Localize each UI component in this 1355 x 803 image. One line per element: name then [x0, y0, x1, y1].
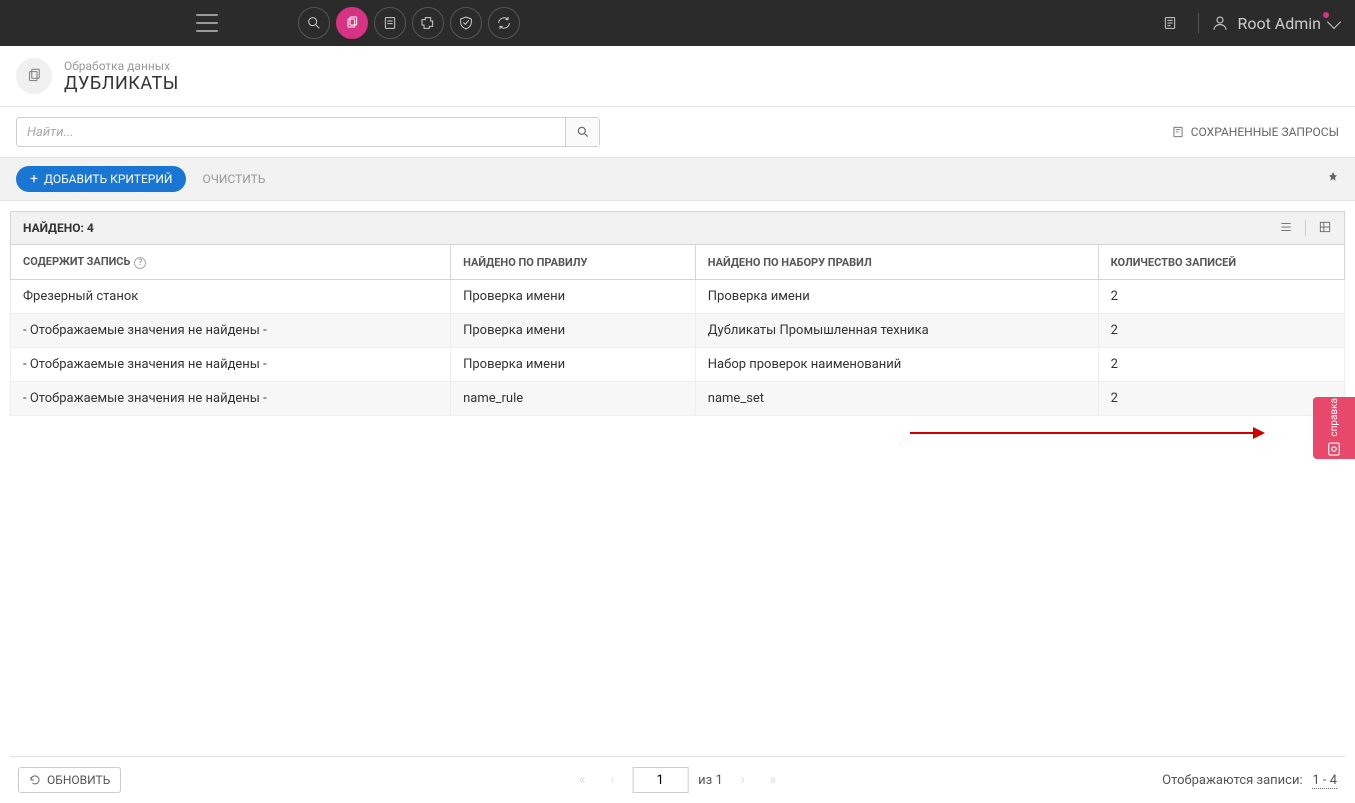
page-of-label: из 1: [698, 773, 723, 788]
help-tab[interactable]: справка: [1313, 397, 1355, 459]
col-by-rule[interactable]: НАЙДЕНО ПО ПРАВИЛУ: [451, 245, 696, 280]
records-info: Отображаются записи: 1 - 4: [1162, 773, 1337, 788]
table-row[interactable]: - Отображаемые значения не найдены -Пров…: [11, 314, 1345, 348]
panel-actions: [1279, 220, 1332, 236]
page-header: Обработка данных ДУБЛИКАТЫ: [0, 46, 1355, 107]
saved-queries-label: СОХРАНЕННЫЕ ЗАПРОСЫ: [1191, 125, 1339, 139]
plus-icon: +: [30, 172, 38, 186]
list-settings-icon[interactable]: [1279, 220, 1293, 234]
annotation-arrow: [910, 427, 1265, 439]
breadcrumb: Обработка данных: [64, 59, 179, 73]
notifications-icon[interactable]: [1154, 7, 1186, 39]
cell-by_rule: Проверка имени: [451, 280, 696, 314]
footer: ОБНОВИТЬ « ‹ из 1 › » Отображаются запис…: [10, 756, 1345, 793]
table-row[interactable]: Фрезерный станокПроверка имениПроверка и…: [11, 280, 1345, 314]
last-page-button[interactable]: »: [763, 770, 783, 790]
nav-shield-icon[interactable]: [450, 7, 482, 39]
cell-by_rule: Проверка имени: [451, 348, 696, 382]
clear-button[interactable]: ОЧИСТИТЬ: [202, 172, 265, 186]
cell-count: 2: [1098, 280, 1344, 314]
nav-puzzle-icon[interactable]: [412, 7, 444, 39]
user-menu[interactable]: Root Admin: [1211, 14, 1339, 33]
shown-range[interactable]: 1 - 4: [1312, 773, 1337, 789]
search-button[interactable]: [565, 118, 599, 146]
page-icon: [16, 58, 52, 94]
help-book-icon: [1325, 440, 1343, 458]
top-nav-icons: [298, 7, 520, 39]
first-page-button[interactable]: «: [572, 770, 592, 790]
refresh-label: ОБНОВИТЬ: [47, 773, 110, 787]
help-tab-label: справка: [1329, 398, 1340, 437]
user-name: Root Admin: [1237, 14, 1321, 33]
cell-by_ruleset: Набор проверок наименований: [695, 348, 1098, 382]
search-row: СОХРАНЕННЫЕ ЗАПРОСЫ: [0, 107, 1355, 157]
nav-document-icon[interactable]: [374, 7, 406, 39]
columns-settings-icon[interactable]: [1318, 220, 1332, 234]
page-input[interactable]: [632, 767, 688, 793]
nav-sync-icon[interactable]: [488, 7, 520, 39]
chevron-down-icon: [1327, 14, 1341, 28]
help-icon[interactable]: ?: [134, 257, 146, 269]
shown-label: Отображаются записи:: [1162, 773, 1303, 788]
col-contains[interactable]: СОДЕРЖИТ ЗАПИСЬ?: [11, 245, 451, 280]
cell-count: 2: [1098, 314, 1344, 348]
bookmark-icon: [1171, 125, 1185, 139]
table-row[interactable]: - Отображаемые значения не найдены -Пров…: [11, 348, 1345, 382]
results-table: СОДЕРЖИТ ЗАПИСЬ? НАЙДЕНО ПО ПРАВИЛУ НАЙД…: [10, 245, 1345, 416]
table-row[interactable]: - Отображаемые значения не найдены -name…: [11, 382, 1345, 416]
pagination: « ‹ из 1 › »: [572, 767, 783, 793]
cell-contains: - Отображаемые значения не найдены -: [11, 314, 451, 348]
cell-contains: - Отображаемые значения не найдены -: [11, 348, 451, 382]
cell-contains: - Отображаемые значения не найдены -: [11, 382, 451, 416]
found-count: НАЙДЕНО: 4: [23, 221, 94, 235]
menu-toggle-icon[interactable]: [196, 14, 218, 32]
add-criteria-button[interactable]: + ДОБАВИТЬ КРИТЕРИЙ: [16, 166, 186, 192]
nav-search-icon[interactable]: [298, 7, 330, 39]
add-criteria-label: ДОБАВИТЬ КРИТЕРИЙ: [44, 172, 173, 186]
col-by-ruleset[interactable]: НАЙДЕНО ПО НАБОРУ ПРАВИЛ: [695, 245, 1098, 280]
cell-count: 2: [1098, 348, 1344, 382]
refresh-icon: [29, 774, 41, 786]
cell-count: 2: [1098, 382, 1344, 416]
separator: [1198, 13, 1199, 33]
cell-by_ruleset: name_set: [695, 382, 1098, 416]
page-title: ДУБЛИКАТЫ: [64, 73, 179, 94]
col-count[interactable]: КОЛИЧЕСТВО ЗАПИСЕЙ: [1098, 245, 1344, 280]
refresh-button[interactable]: ОБНОВИТЬ: [18, 767, 121, 793]
cell-by_rule: Проверка имени: [451, 314, 696, 348]
results-header: НАЙДЕНО: 4: [10, 211, 1345, 245]
topbar: Root Admin: [0, 0, 1355, 46]
cell-by_ruleset: Дубликаты Промышленная техника: [695, 314, 1098, 348]
search-input[interactable]: [17, 118, 565, 146]
pin-icon[interactable]: [1327, 168, 1339, 187]
notification-dot-icon: [1323, 12, 1329, 18]
cell-by_rule: name_rule: [451, 382, 696, 416]
search-field-wrap: [16, 117, 600, 147]
criteria-bar: + ДОБАВИТЬ КРИТЕРИЙ ОЧИСТИТЬ: [0, 157, 1355, 201]
separator: [1305, 220, 1306, 236]
cell-by_ruleset: Проверка имени: [695, 280, 1098, 314]
topbar-right: Root Admin: [1154, 7, 1339, 39]
cell-contains: Фрезерный станок: [11, 280, 451, 314]
saved-queries-button[interactable]: СОХРАНЕННЫЕ ЗАПРОСЫ: [1171, 125, 1339, 139]
content-area: НАЙДЕНО: 4 СОДЕРЖИТ ЗАПИСЬ? НАЙДЕНО ПО П…: [0, 201, 1355, 426]
next-page-button[interactable]: ›: [733, 770, 753, 790]
prev-page-button[interactable]: ‹: [602, 770, 622, 790]
nav-duplicates-icon[interactable]: [336, 7, 368, 39]
user-icon: [1211, 14, 1229, 32]
